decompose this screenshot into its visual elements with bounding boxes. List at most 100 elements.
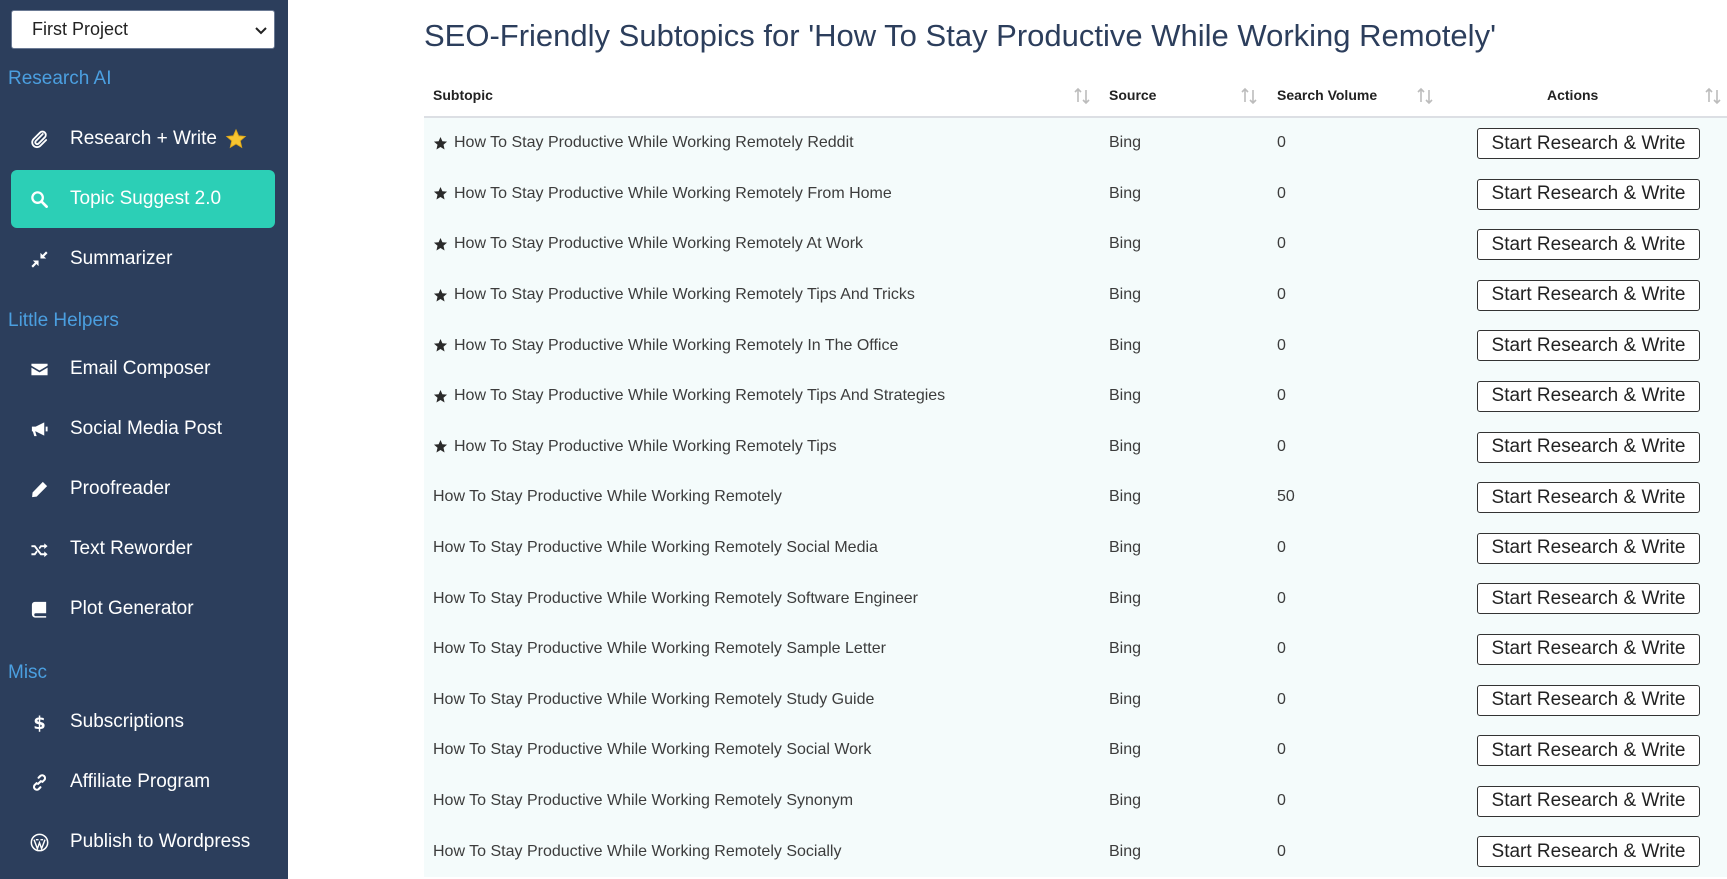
source-text: Bing [1109,235,1142,253]
sort-icon[interactable] [1241,87,1257,105]
cell-subtopic: How To Stay Productive While Working Rem… [433,118,854,169]
table-row: How To Stay Productive While Working Rem… [424,270,1727,321]
compress-icon [28,248,50,270]
start-research-write-button[interactable]: Start Research & Write [1477,684,1700,716]
project-select-value: First Project [32,19,129,39]
cell-search-volume: 0 [1277,776,1286,827]
start-research-write-button[interactable]: Start Research & Write [1477,279,1700,311]
star-icon [433,237,448,251]
source-text: Bing [1109,387,1142,405]
cell-search-volume: 0 [1277,422,1286,473]
start-research-write-button[interactable]: Start Research & Write [1477,633,1700,665]
nav-item-social-media-post[interactable]: Social Media Post [11,400,275,458]
cell-source: Bing [1109,624,1141,675]
start-research-write-button[interactable]: Start Research & Write [1477,229,1700,261]
table-row: How To Stay Productive While Working Rem… [424,776,1727,827]
source-text: Bing [1109,488,1142,506]
start-research-write-button[interactable]: Start Research & Write [1477,380,1700,412]
table-row: How To Stay Productive While Working Rem… [424,523,1727,574]
subtopic-text: How To Stay Productive While Working Rem… [454,286,915,304]
cell-source: Bing [1109,118,1141,169]
section-label-research-ai: Research AI [8,68,112,89]
nav-item-proofreader[interactable]: Proofreader [11,460,275,518]
subtopic-text: How To Stay Productive While Working Rem… [433,690,875,708]
nav-item-affiliate-program[interactable]: Affiliate Program [11,753,275,811]
source-text: Bing [1109,589,1142,607]
star-icon [433,187,448,200]
source-text: Bing [1109,539,1142,557]
cell-source: Bing [1109,169,1141,220]
sort-icon[interactable] [1417,87,1433,105]
cell-source: Bing [1109,523,1141,574]
source-text: Bing [1109,286,1142,304]
start-research-write-button[interactable]: Start Research & Write [1477,178,1700,210]
start-research-write-button[interactable]: Start Research & Write [1477,431,1700,463]
sort-icon[interactable] [1074,87,1090,105]
source-text: Bing [1109,792,1142,810]
star-icon [433,136,448,150]
nav-item-text-reworder[interactable]: Text Reworder [11,520,275,578]
table-row: How To Stay Productive While Working Rem… [424,725,1727,776]
cell-subtopic: How To Stay Productive While Working Rem… [433,675,874,726]
cell-search-volume: 0 [1277,371,1286,422]
volume-text: 0 [1277,640,1286,658]
subtopic-text: How To Stay Productive While Working Rem… [454,387,946,405]
column-header-source[interactable]: Source [1109,72,1156,118]
nav-item-subscriptions[interactable]: $ Subscriptions [11,693,275,751]
cell-subtopic: How To Stay Productive While Working Rem… [433,776,853,827]
nav-item-label: Topic Suggest 2.0 [70,188,222,209]
table-row: How To Stay Productive While Working Rem… [424,371,1727,422]
column-header-label: Search Volume [1277,87,1378,103]
source-text: Bing [1109,437,1142,455]
start-research-write-button[interactable]: Start Research & Write [1477,836,1700,868]
subtopic-text: How To Stay Productive While Working Rem… [454,134,854,152]
nav-item-label: Research + Write [70,128,217,149]
chevron-down-icon [255,27,267,35]
sort-icon[interactable] [1705,87,1721,105]
nav-item-label: Subscriptions [70,711,185,732]
nav-item-label: Summarizer [70,248,173,269]
nav-item-research-write[interactable]: Research + Write [11,110,275,168]
nav-item-publish-wordpress[interactable]: Publish to Wordpress [11,813,275,871]
nav-item-plot-generator[interactable]: Plot Generator [11,580,275,638]
subtopic-text: How To Stay Productive While Working Rem… [454,235,864,253]
nav-item-topic-suggest[interactable]: Topic Suggest 2.0 [11,170,275,228]
subtopic-text: How To Stay Productive While Working Rem… [454,336,899,354]
column-header-search-volume[interactable]: Search Volume [1277,72,1377,118]
cell-subtopic: How To Stay Productive While Working Rem… [433,422,837,473]
cell-source: Bing [1109,573,1141,624]
start-research-write-button[interactable]: Start Research & Write [1477,532,1700,564]
subtopics-table: Subtopic Source Search Volume Actions Ho… [424,72,1727,877]
start-research-write-button[interactable]: Start Research & Write [1477,735,1700,767]
volume-text: 0 [1277,336,1286,354]
start-research-write-button[interactable]: Start Research & Write [1477,128,1700,159]
table-row: How To Stay Productive While Working Rem… [424,826,1727,877]
subtopic-text: How To Stay Productive While Working Rem… [433,640,886,658]
column-header-actions[interactable]: Actions [1547,72,1598,118]
nav-item-summarizer[interactable]: Summarizer [11,230,275,288]
pencil-icon [28,478,50,500]
cell-subtopic: How To Stay Productive While Working Rem… [433,320,898,371]
cell-search-volume: 0 [1277,169,1286,220]
section-label-misc: Misc [8,662,48,683]
volume-text: 0 [1277,286,1286,304]
start-research-write-button[interactable]: Start Research & Write [1477,583,1700,615]
cell-subtopic: How To Stay Productive While Working Rem… [433,472,782,523]
subtopic-text: How To Stay Productive While Working Rem… [454,437,837,455]
cell-source: Bing [1109,371,1141,422]
column-header-label: Actions [1547,87,1599,103]
table-row: How To Stay Productive While Working Rem… [424,320,1727,371]
volume-text: 0 [1277,387,1286,405]
start-research-write-button[interactable]: Start Research & Write [1477,785,1700,817]
nav-item-label: Affiliate Program [70,771,211,792]
volume-text: 0 [1277,134,1286,152]
nav-item-email-composer[interactable]: Email Composer [11,340,275,398]
subtopic-text: How To Stay Productive While Working Rem… [433,488,782,506]
cell-source: Bing [1109,270,1141,321]
start-research-write-button[interactable]: Start Research & Write [1477,482,1700,514]
start-research-write-button[interactable]: Start Research & Write [1477,330,1700,362]
project-select[interactable]: First Project [11,10,275,49]
column-header-subtopic[interactable]: Subtopic [433,72,493,118]
table-row: How To Stay Productive While Working Rem… [424,573,1727,624]
cell-source: Bing [1109,826,1141,877]
